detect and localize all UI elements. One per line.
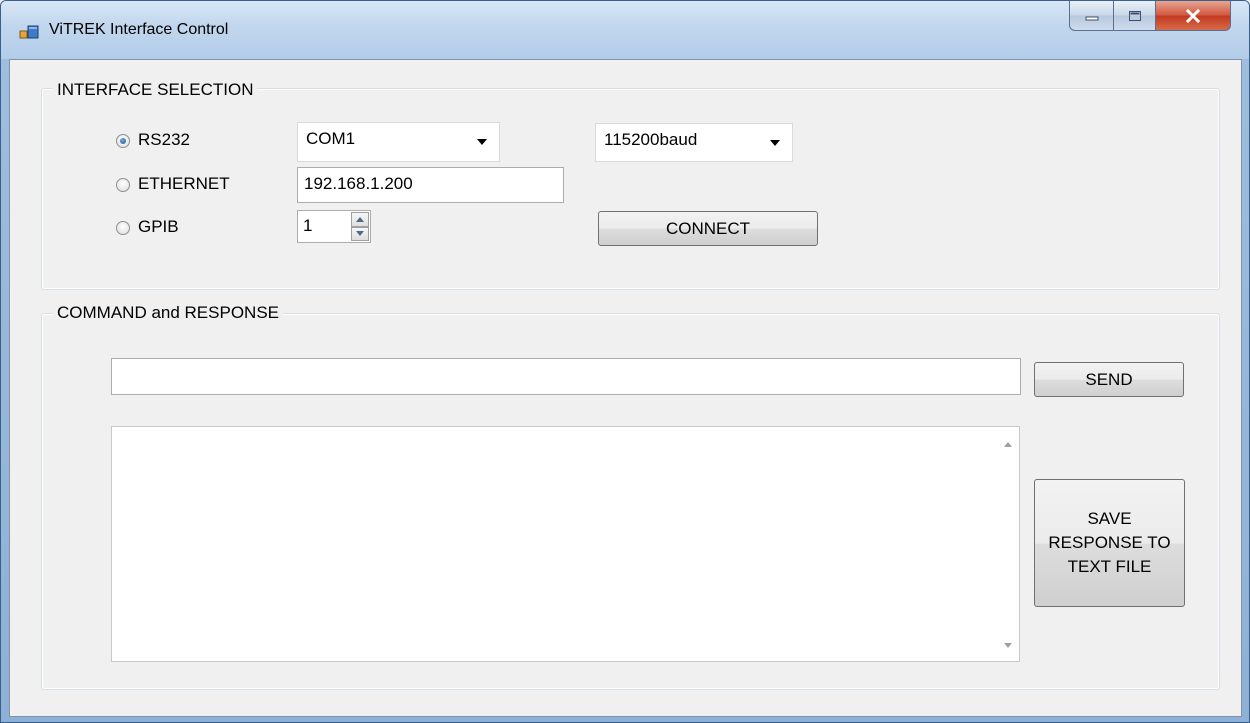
chevron-down-icon [477, 139, 487, 145]
ip-address-field[interactable]: 192.168.1.200 [297, 167, 564, 203]
save-response-button[interactable]: SAVE RESPONSE TO TEXT FILE [1034, 479, 1185, 607]
gpib-radio[interactable] [116, 221, 130, 235]
gpib-address-stepper[interactable]: 1 [297, 210, 371, 243]
rs232-label[interactable]: RS232 [138, 130, 190, 150]
minimize-button[interactable] [1069, 1, 1114, 31]
stepper-buttons [351, 212, 369, 241]
close-icon [1185, 8, 1201, 23]
com-port-value: COM1 [306, 129, 356, 148]
window-title: ViTREK Interface Control [49, 21, 229, 38]
gpib-address-value: 1 [303, 216, 313, 235]
connect-button[interactable]: CONNECT [598, 211, 818, 246]
minimize-icon [1085, 16, 1098, 20]
stepper-up-button[interactable] [351, 212, 369, 227]
title-bar[interactable]: ViTREK Interface Control [1, 1, 1249, 59]
command-input[interactable] [111, 358, 1021, 395]
scroll-up-icon[interactable] [1004, 442, 1012, 447]
baud-rate-select[interactable]: 115200baud [595, 123, 793, 162]
chevron-down-icon [356, 231, 364, 237]
close-button[interactable] [1155, 1, 1231, 31]
stepper-down-button[interactable] [351, 226, 369, 241]
com-port-select[interactable]: COM1 [297, 122, 500, 162]
scroll-down-icon[interactable] [1004, 643, 1012, 648]
ethernet-radio[interactable] [116, 178, 130, 192]
interface-selection-legend: INTERFACE SELECTION [53, 80, 258, 100]
ip-address-value: 192.168.1.200 [304, 174, 413, 193]
send-button[interactable]: SEND [1034, 362, 1184, 397]
command-response-legend: COMMAND and RESPONSE [53, 303, 283, 323]
client-area: INTERFACE SELECTION RS232 ETHERNET GPIB … [9, 59, 1242, 717]
response-textarea[interactable] [111, 426, 1020, 662]
response-scrollbar[interactable] [998, 428, 1018, 660]
baud-rate-value: 115200baud [604, 130, 698, 149]
maximize-button[interactable] [1113, 1, 1156, 31]
chevron-down-icon [770, 140, 780, 146]
rs232-radio[interactable] [116, 134, 130, 148]
app-icon [19, 25, 39, 39]
save-response-label: SAVE RESPONSE TO TEXT FILE [1048, 509, 1171, 576]
chevron-up-icon [356, 216, 364, 222]
maximize-icon [1128, 10, 1141, 21]
gpib-label[interactable]: GPIB [138, 217, 179, 237]
ethernet-label[interactable]: ETHERNET [138, 174, 230, 194]
app-window: ViTREK Interface Control INTERFACE SELEC… [0, 0, 1250, 723]
